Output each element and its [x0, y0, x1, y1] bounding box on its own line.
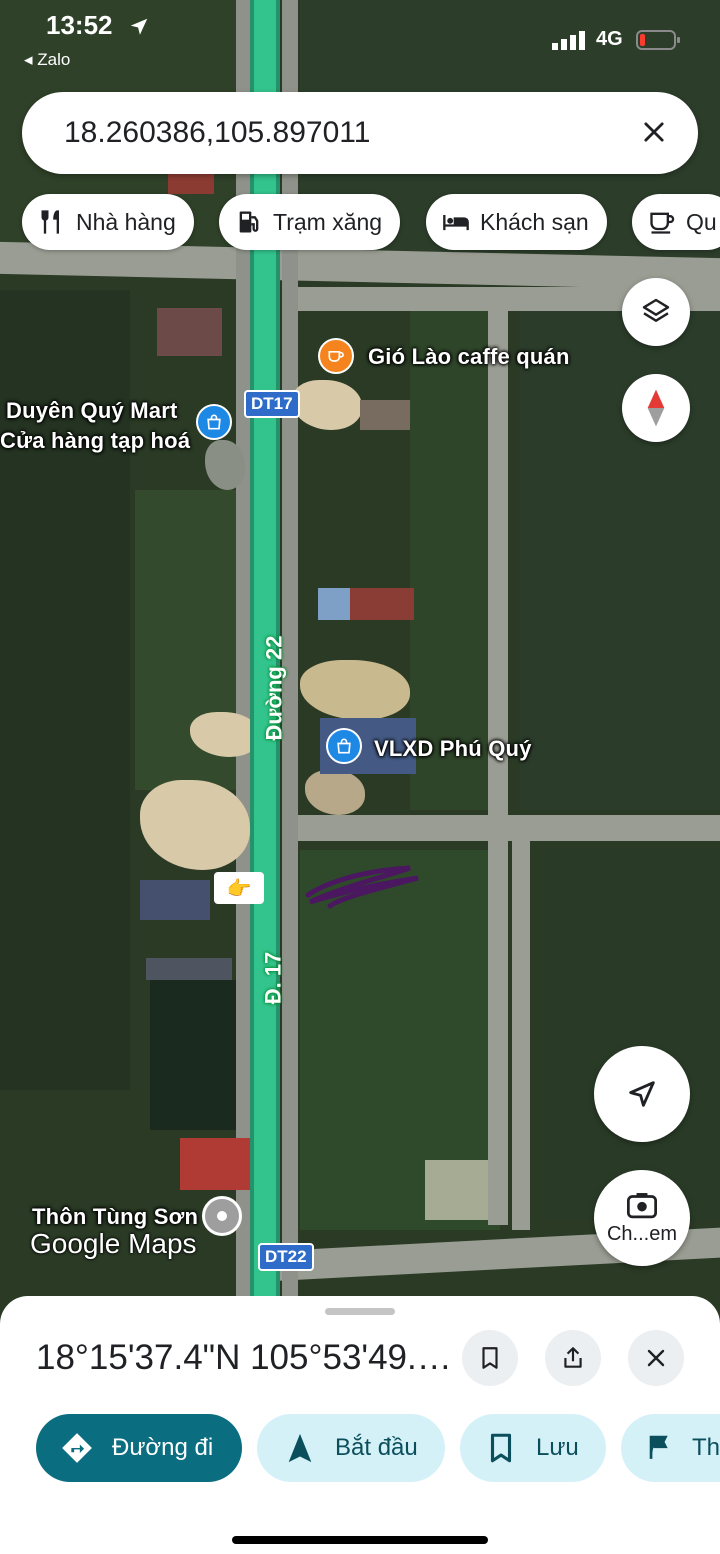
field — [520, 310, 720, 810]
hotel-icon — [443, 215, 469, 231]
sand-area — [205, 440, 245, 490]
building — [180, 1138, 260, 1190]
building — [168, 172, 214, 194]
google-maps-screen: Đường 22 Đ. 17 DT17 DT22 👉 Gió Lào caffe… — [0, 0, 720, 1554]
label-flag-button[interactable]: Th — [621, 1414, 720, 1482]
building — [318, 588, 350, 620]
clear-search-button[interactable] — [634, 112, 674, 152]
search-bar[interactable]: 18.260386,105.897011 — [22, 92, 698, 174]
sand-area — [292, 380, 362, 430]
road-label-duong-22: Đường 22 — [261, 635, 287, 741]
compass-button[interactable] — [622, 374, 690, 442]
place-label-duyen-quy-mart[interactable]: Duyên Quý Mart — [6, 398, 178, 424]
shopping-pin-icon[interactable] — [196, 404, 232, 440]
back-to-app-link[interactable]: ◂ Zalo — [24, 50, 70, 70]
action-label: Lưu — [536, 1434, 579, 1461]
building — [157, 308, 222, 356]
close-icon — [644, 122, 664, 142]
route-shield-dt22: DT22 — [258, 1243, 314, 1271]
network-type: 4G — [596, 28, 623, 50]
place-label-vlxd-phu-quy[interactable]: VLXD Phú Quý — [374, 736, 532, 762]
place-label-gio-lao[interactable]: Gió Lào caffe quán — [368, 344, 570, 370]
location-arrow-icon — [629, 1081, 655, 1107]
close-sheet-button[interactable] — [628, 1330, 684, 1386]
action-label: Bắt đầu — [335, 1434, 418, 1461]
field — [540, 850, 720, 1220]
field — [410, 310, 490, 810]
location-services-icon — [130, 18, 148, 35]
place-label-cua-hang-tap-hoa[interactable]: Cửa hàng tạp hoá — [0, 428, 190, 454]
layers-icon — [642, 298, 670, 322]
home-indicator — [232, 1536, 488, 1544]
my-location-button[interactable] — [594, 1046, 690, 1142]
field — [425, 1160, 495, 1220]
sand-area — [140, 780, 250, 870]
save-bookmark-button[interactable] — [462, 1330, 518, 1386]
building — [140, 880, 210, 920]
gas-station-icon — [239, 211, 259, 233]
start-navigation-button[interactable]: Bắt đầu — [257, 1414, 445, 1482]
compass-icon — [647, 389, 665, 427]
status-time: 13:52 — [46, 10, 113, 40]
road — [290, 815, 720, 841]
action-label: Đường đi — [112, 1434, 214, 1461]
battery-low-icon — [636, 30, 680, 50]
place-pin-icon[interactable] — [202, 1196, 242, 1236]
road — [512, 840, 530, 1230]
navigation-icon — [288, 1433, 312, 1463]
pond — [150, 980, 250, 1130]
directions-icon — [62, 1433, 92, 1463]
sand-area — [300, 660, 410, 720]
coffee-pin-icon[interactable] — [318, 338, 354, 374]
close-icon — [647, 1349, 665, 1367]
restaurant-icon — [41, 210, 59, 234]
share-button[interactable] — [545, 1330, 601, 1386]
search-input[interactable]: 18.260386,105.897011 — [64, 116, 370, 150]
shopping-pin-icon[interactable] — [326, 728, 362, 764]
bookmark-icon — [490, 1433, 512, 1463]
chip-coffee[interactable]: Qu — [632, 194, 720, 250]
directions-button[interactable]: Đường đi — [36, 1414, 242, 1482]
chip-hotels[interactable]: Khách sạn — [426, 194, 607, 250]
status-bar: 13:52 ◂ Zalo 4G — [0, 0, 720, 70]
sand-area — [305, 770, 365, 815]
pointing-hand-marker: 👉 — [214, 872, 264, 904]
chip-label: Nhà hàng — [76, 208, 176, 235]
road-label-d17: Đ. 17 — [260, 951, 286, 1005]
coordinates-title: 18°15'37.4"N 105°53'49.9"E — [36, 1338, 452, 1377]
share-icon — [564, 1347, 582, 1368]
google-maps-watermark: Google Maps — [30, 1228, 197, 1259]
chip-label: Trạm xăng — [273, 208, 383, 235]
chip-label: Khách sạn — [480, 208, 589, 235]
chip-label: Qu — [686, 208, 717, 235]
cellular-signal-icon — [552, 31, 585, 50]
flag-icon — [649, 1435, 668, 1459]
scribble-mark — [305, 865, 419, 909]
place-bottom-sheet[interactable]: 18°15'37.4"N 105°53'49.9"E Đường đi Bắt … — [0, 1296, 720, 1554]
action-label: Th — [691, 1434, 720, 1461]
lens-camera-icon — [627, 1192, 657, 1218]
bookmark-icon — [482, 1347, 498, 1369]
chip-gas-stations[interactable]: Trạm xăng — [219, 194, 401, 250]
save-button[interactable]: Lưu — [460, 1414, 606, 1482]
drag-handle[interactable] — [325, 1308, 395, 1315]
building — [146, 958, 232, 980]
building — [360, 400, 410, 430]
layers-button[interactable] — [622, 278, 690, 346]
place-label-thon-tung-son[interactable]: Thôn Tùng Sơn — [32, 1204, 198, 1230]
building — [350, 588, 414, 620]
lens-label: Ch...em — [606, 1222, 678, 1245]
lens-button[interactable]: Ch...em — [594, 1170, 690, 1266]
chip-restaurants[interactable]: Nhà hàng — [22, 194, 194, 250]
route-shield-dt17: DT17 — [244, 390, 300, 418]
coffee-icon — [650, 212, 675, 234]
